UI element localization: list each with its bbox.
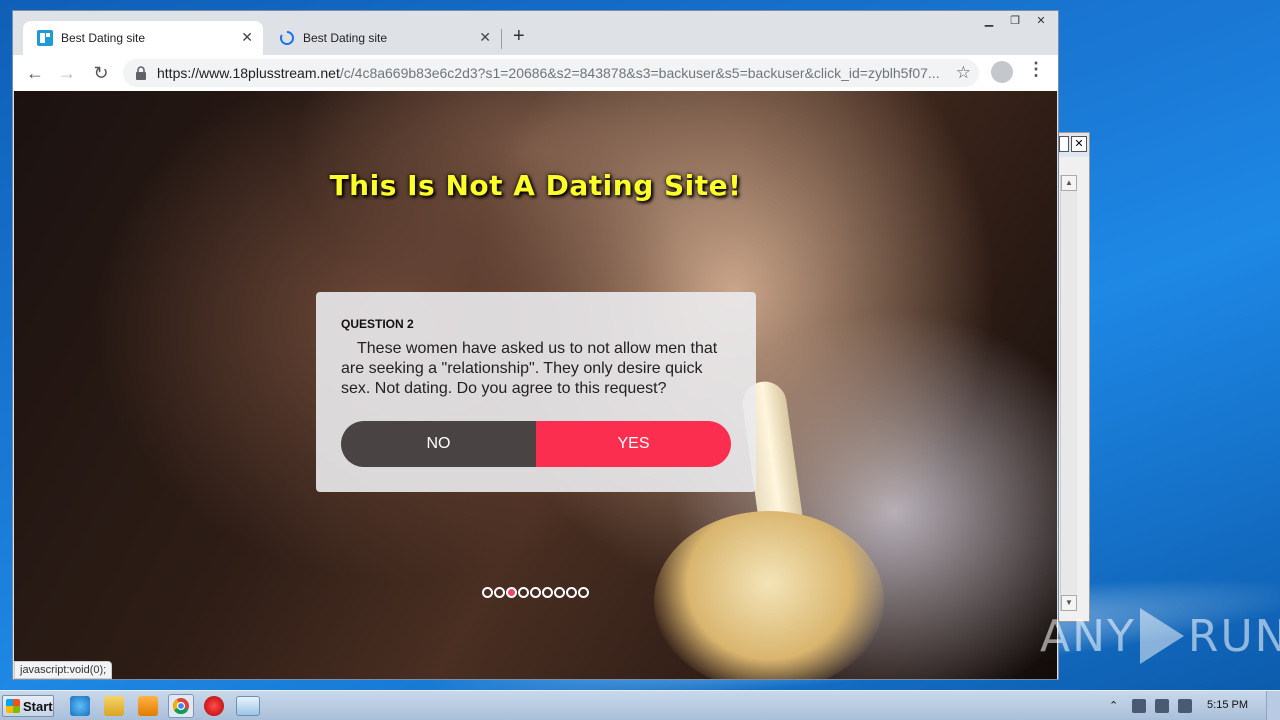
play-logo-icon <box>1139 608 1184 664</box>
loading-spinner-icon <box>280 31 294 45</box>
tab-close-icon[interactable]: ✕ <box>479 29 491 46</box>
tab-title: Best Dating site <box>61 31 146 45</box>
progress-dot <box>566 587 577 598</box>
tab-title: Best Dating site <box>303 31 388 45</box>
browser-window: ▁ ❐ ✕ Best Dating site ✕ Best Dating sit… <box>12 10 1059 680</box>
profile-avatar-icon[interactable] <box>991 61 1013 83</box>
progress-dot <box>578 587 589 598</box>
internet-explorer-icon[interactable] <box>70 696 90 716</box>
progress-dot <box>542 587 553 598</box>
answer-buttons: NO YES <box>341 421 731 467</box>
start-label: Start <box>23 698 53 714</box>
progress-dot <box>554 587 565 598</box>
watermark-left: ANY <box>1040 610 1136 662</box>
browser-toolbar: ← → ↻ https://www.18plusstream.net/c/4c8… <box>13 55 1058 91</box>
chrome-icon <box>173 698 189 715</box>
tray-expand-icon[interactable]: ⌃ <box>1109 699 1123 713</box>
question-number: QUESTION 2 <box>341 317 414 331</box>
tab-separator <box>501 29 502 49</box>
progress-dots <box>482 587 589 598</box>
site-favicon-icon <box>37 30 53 46</box>
url-text: https://www.18plusstream.net/c/4c8a669b8… <box>157 65 947 81</box>
page-content: This Is Not A Dating Site! QUESTION 2 Th… <box>14 91 1057 679</box>
tab-best-dating-site-1[interactable]: Best Dating site ✕ <box>23 21 263 55</box>
opera-icon[interactable] <box>204 696 224 716</box>
new-tab-button[interactable]: + <box>513 25 525 48</box>
no-button[interactable]: NO <box>341 421 536 467</box>
yes-button[interactable]: YES <box>536 421 731 467</box>
tab-strip: Best Dating site ✕ Best Dating site ✕ + <box>13 19 1058 55</box>
reload-icon[interactable]: ↻ <box>89 61 113 85</box>
start-button[interactable]: Start <box>2 695 54 717</box>
windows-logo-icon <box>6 699 20 713</box>
anyrun-watermark: ANY RUN <box>1040 608 1280 664</box>
volume-icon[interactable] <box>1132 699 1146 713</box>
forward-arrow-icon[interactable]: → <box>55 61 79 85</box>
chrome-taskbar-button[interactable] <box>168 694 194 718</box>
status-bar: javascript:void(0); <box>14 661 113 679</box>
notepad-icon[interactable] <box>236 696 260 716</box>
menu-kebab-icon[interactable]: ⋮ <box>1027 59 1045 80</box>
progress-dot <box>494 587 505 598</box>
url-path: /c/4c8a669b83e6c2d3?s1=20686&s2=843878&s… <box>339 65 940 81</box>
background-photo-detail <box>654 511 884 679</box>
url-host: https://www.18plusstream.net <box>157 65 340 81</box>
tab-close-icon[interactable]: ✕ <box>241 29 253 46</box>
maximize-icon[interactable] <box>1059 136 1069 152</box>
progress-dot <box>518 587 529 598</box>
action-center-flag-icon[interactable] <box>1178 699 1192 713</box>
bookmark-star-icon[interactable]: ☆ <box>956 63 971 83</box>
progress-dot <box>482 587 493 598</box>
network-icon[interactable] <box>1155 699 1169 713</box>
background-window: ✕ ▲ ▼ <box>1058 132 1090 622</box>
question-text: These women have asked us to not allow m… <box>341 340 718 397</box>
taskbar: Start ⌃ 5:15 PM <box>0 690 1280 720</box>
background-window-titlebar: ✕ <box>1059 133 1089 157</box>
clock[interactable]: 5:15 PM <box>1207 699 1248 711</box>
tab-best-dating-site-2[interactable]: Best Dating site ✕ <box>265 21 501 55</box>
scroll-up-icon[interactable]: ▲ <box>1061 175 1077 191</box>
close-icon[interactable]: ✕ <box>1071 136 1087 152</box>
page-headline: This Is Not A Dating Site! <box>329 169 742 202</box>
quiz-card: QUESTION 2 These women have asked us to … <box>316 292 756 492</box>
scrollbar[interactable]: ▲ ▼ <box>1060 175 1077 611</box>
file-explorer-icon[interactable] <box>104 696 124 716</box>
media-player-icon[interactable] <box>138 696 158 716</box>
progress-dot <box>530 587 541 598</box>
show-desktop-button[interactable] <box>1266 691 1280 720</box>
system-tray: ⌃ <box>1100 691 1280 720</box>
progress-dot-active <box>506 587 517 598</box>
watermark-right: RUN <box>1187 610 1280 662</box>
back-arrow-icon[interactable]: ← <box>23 61 47 85</box>
lock-icon <box>136 66 146 80</box>
address-bar[interactable]: https://www.18plusstream.net/c/4c8a669b8… <box>123 59 979 87</box>
